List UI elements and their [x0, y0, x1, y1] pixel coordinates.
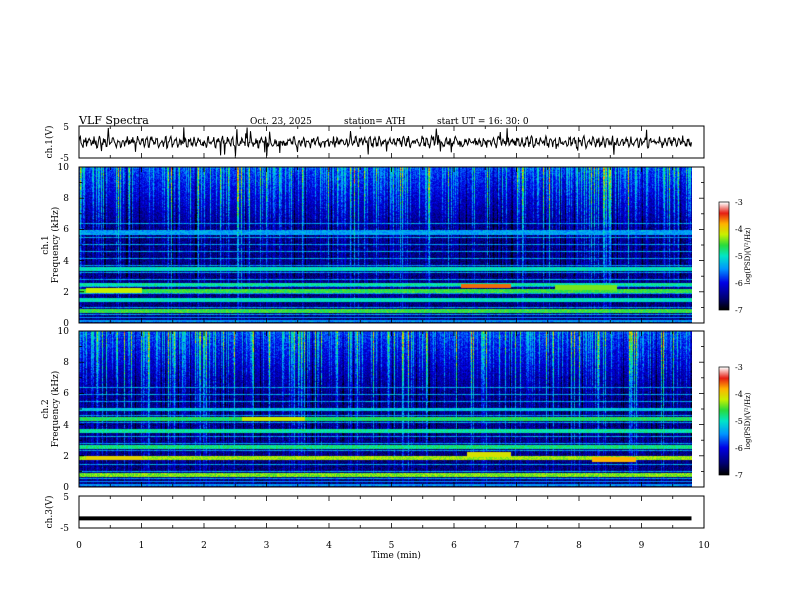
x-tick-label: 4 [326, 541, 332, 551]
vlf-spectra-figure: VLF Spectra Oct. 23, 2025 station= ATH s… [41, 114, 752, 561]
ch1-ytick-2: 2 [63, 288, 69, 298]
ch1-cbar-tick-3: -3 [735, 198, 743, 207]
x-tick-label: 8 [576, 541, 582, 551]
ch2-ytick-0: 0 [63, 483, 69, 493]
x-tick-label: 0 [76, 541, 82, 551]
x-tick-label: 7 [514, 541, 520, 551]
x-tick-label: 9 [639, 541, 645, 551]
ch3-waveform-ylabel: ch.3(V) [44, 496, 55, 529]
ch2-cbar-tick-4: -4 [735, 390, 743, 399]
ch3-waveform-panel: 5 -5 ch.3(V) [44, 493, 705, 534]
x-axis-tick-labels: 0 1 2 3 4 5 6 7 8 9 10 [76, 541, 710, 551]
ch1-colorbar [719, 202, 729, 310]
ch3-ytick-bottom: -5 [60, 524, 69, 534]
ch1-spectrogram-ylabel-channel: ch.1 [41, 235, 51, 254]
ch2-cbar-tick-6: -6 [735, 444, 743, 453]
ch1-waveform-panel: 5 -5 ch.1(V) [44, 123, 705, 164]
ch1-waveform-trace [78, 127, 692, 156]
ch2-ytick-4: 4 [63, 421, 69, 431]
ch1-ytick-8: 8 [63, 194, 69, 204]
ch2-spectrogram-ylabel-frequency: Frequency (kHz) [50, 371, 61, 448]
ch2-cbar-tick-5: -5 [735, 417, 743, 426]
ch1-cbar-tick-7: -7 [735, 306, 743, 315]
ch1-spectrogram-ylabel-frequency: Frequency (kHz) [50, 207, 61, 284]
ch1-ytick-6: 6 [63, 225, 69, 235]
ch1-spectrogram-panel: 0 2 4 6 8 10 ch.1 Frequency (kHz) -3 -4 … [41, 163, 752, 329]
ch1-cbar-tick-4: -4 [735, 225, 743, 234]
ch2-cbar-tick-7: -7 [735, 471, 743, 480]
x-tick-label: 6 [451, 541, 457, 551]
ch1-colorbar-label: log(PSD)(V²/Hz) [744, 227, 752, 284]
ch1-ytick-4: 4 [63, 257, 69, 267]
ch2-cbar-tick-3: -3 [735, 363, 743, 372]
x-axis-label: Time (min) [371, 550, 421, 561]
ch1-waveform-ylabel: ch.1(V) [44, 126, 55, 159]
ch2-spectrogram-panel: 0 2 4 6 8 10 ch.2 Frequency (kHz) -3 -4 … [41, 327, 752, 493]
ch2-spectrogram-ylabel-channel: ch.2 [41, 399, 51, 418]
ch3-ytick-top: 5 [63, 493, 69, 503]
ch2-ytick-10: 10 [58, 327, 70, 337]
ch2-colorbar [719, 367, 729, 475]
ch2-ytick-6: 6 [63, 389, 69, 399]
ch2-ytick-2: 2 [63, 452, 69, 462]
ch2-ytick-8: 8 [63, 358, 69, 368]
x-tick-label: 5 [389, 541, 395, 551]
x-tick-label: 1 [139, 541, 145, 551]
x-tick-label: 2 [201, 541, 207, 551]
ch2-spectrogram-image [79, 331, 692, 487]
x-tick-label: 3 [264, 541, 270, 551]
ch1-cbar-tick-6: -6 [735, 279, 743, 288]
figure-title: VLF Spectra [78, 114, 149, 127]
ch2-colorbar-label: log(PSD)(V²/Hz) [744, 392, 752, 449]
ch1-spectrogram-image [79, 167, 692, 323]
ch1-ytick-top: 5 [63, 123, 69, 133]
x-tick-label: 10 [698, 541, 710, 551]
ch1-ytick-10: 10 [58, 163, 70, 173]
ch1-cbar-tick-5: -5 [735, 252, 743, 261]
